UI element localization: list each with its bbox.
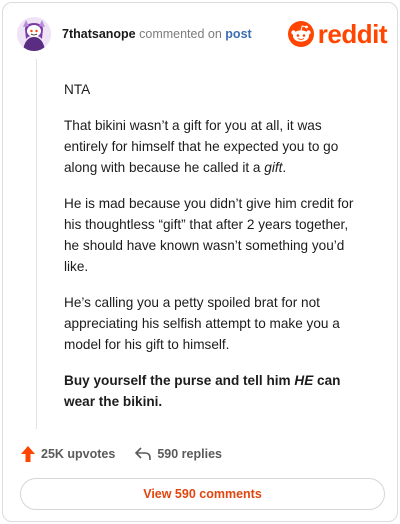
comment-paragraph: He’s calling you a petty spoiled brat fo… [64, 295, 340, 352]
post-link[interactable]: post [225, 27, 251, 41]
comment-paragraph: That bikini wasn’t a gift for you at all… [64, 118, 339, 175]
comment-card: 7thatsanope commented on post reddit NTA… [2, 2, 398, 522]
comment-body: NTA That bikini wasn’t a gift for you at… [64, 79, 364, 427]
comment-actions: 25K upvotes 590 replies [21, 444, 222, 464]
reddit-wordmark: reddit [317, 18, 388, 49]
comment-header: 7thatsanope commented on post reddit [17, 17, 388, 53]
reddit-snoo-icon [287, 21, 314, 47]
comment-meta: 7thatsanope commented on post [62, 27, 252, 41]
comment-paragraph: He is mad because you didn’t give him cr… [64, 196, 354, 274]
reply-count: 590 replies [157, 447, 222, 461]
reddit-logo[interactable]: reddit [287, 18, 388, 49]
upvote-arrow-icon [21, 446, 35, 462]
thread-line [36, 59, 37, 429]
upvote-count: 25K upvotes [41, 447, 116, 461]
username[interactable]: 7thatsanope [62, 27, 136, 41]
emphasis-text: gift [264, 160, 283, 175]
reply-button[interactable]: 590 replies [135, 447, 222, 461]
upvote-button[interactable]: 25K upvotes [21, 446, 115, 462]
reply-arrow-icon [135, 447, 152, 460]
comment-verb: commented on [139, 27, 222, 41]
comment-paragraph: NTA [64, 82, 91, 97]
comment-paragraph: Buy yourself the purse and tell him HE c… [64, 373, 341, 409]
view-comments-button[interactable]: View 590 comments [20, 478, 385, 510]
snoo-avatar-icon[interactable] [17, 17, 51, 51]
emphasis-text: HE [294, 373, 314, 388]
